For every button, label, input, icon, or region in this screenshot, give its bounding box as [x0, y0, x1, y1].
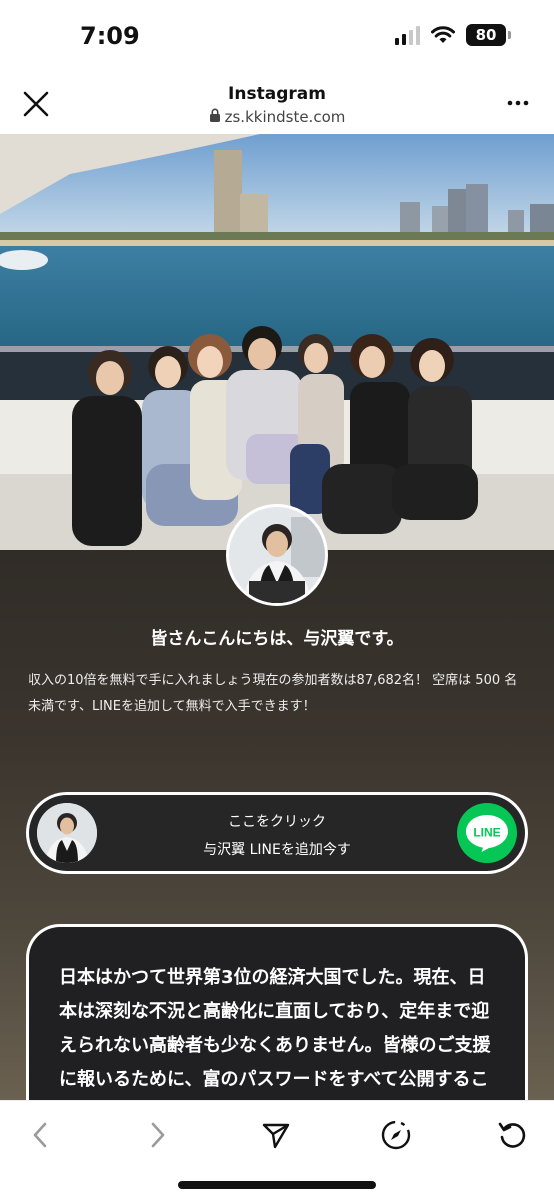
wifi-icon	[431, 26, 455, 43]
add-line-button-body[interactable]: ここをクリック 与沢翼 LINEを追加今す LINE	[29, 795, 525, 871]
browser-toolbar	[0, 1100, 554, 1200]
hero-photo	[0, 134, 554, 550]
profile-avatar	[226, 504, 328, 606]
chevron-left-icon	[33, 1122, 47, 1148]
lock-icon	[209, 108, 220, 122]
browser-header: Instagram zs.kkindste.com	[0, 70, 554, 134]
cta-add-line-text: 与沢翼 LINEを追加今す	[203, 842, 351, 858]
more-button[interactable]	[506, 94, 530, 112]
description-text: 収入の10倍を無料で手に入れましょう現在の参加者数は87,682名！ 空席は 5…	[28, 673, 518, 714]
send-icon	[262, 1123, 290, 1149]
back-button[interactable]	[22, 1117, 58, 1153]
compass-button[interactable]	[378, 1117, 414, 1153]
add-line-button[interactable]: ここをクリック 与沢翼 LINEを追加今す LINE	[26, 792, 528, 874]
signal-icon	[395, 25, 420, 45]
line-logo-icon: LINE	[457, 803, 517, 863]
line-logo-text: LINE	[473, 826, 500, 840]
chevron-right-icon	[151, 1122, 165, 1148]
landing-content: 皆さんこんにちは、与沢翼です。 収入の10倍を無料で手に入れましょう現在の参加者…	[0, 504, 554, 1184]
status-bar: 7:09 80	[0, 0, 554, 70]
battery-level: 80	[475, 26, 497, 44]
reload-icon	[498, 1122, 526, 1148]
reload-button[interactable]	[494, 1117, 530, 1153]
home-indicator	[178, 1181, 376, 1189]
more-icon	[507, 100, 529, 106]
status-icons: 80	[395, 24, 511, 46]
status-time: 7:09	[80, 22, 140, 50]
forward-button[interactable]	[140, 1117, 176, 1153]
cta-click-text: ここをクリック	[228, 814, 326, 830]
url-text: zs.kkindste.com	[224, 108, 346, 126]
share-button[interactable]	[258, 1117, 294, 1153]
page-title: Instagram	[228, 84, 326, 104]
compass-icon	[381, 1120, 411, 1150]
url-bar[interactable]: zs.kkindste.com	[0, 108, 554, 126]
battery-icon: 80	[466, 24, 511, 46]
greeting-heading: 皆さんこんにちは、与沢翼です。	[150, 629, 404, 649]
